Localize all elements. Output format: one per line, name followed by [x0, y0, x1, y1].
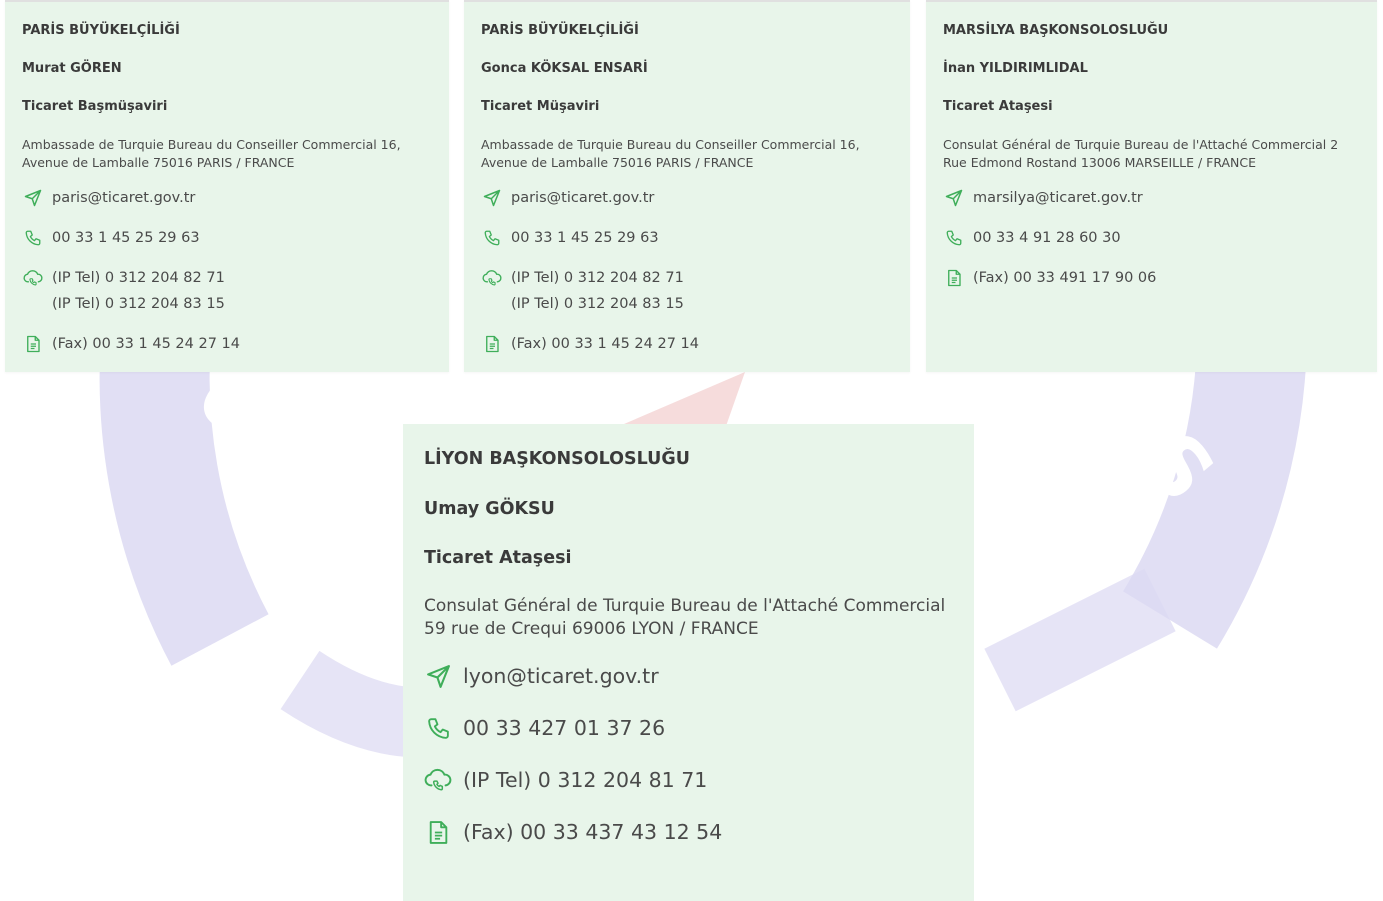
fax-number: (Fax) 00 33 1 45 24 27 14	[52, 336, 240, 352]
person-role: Ticaret Müşaviri	[481, 99, 600, 114]
phone-number[interactable]: 00 33 4 91 28 60 30	[973, 225, 1121, 251]
office-title: MARSİLYA BAŞKONSOLOSLUĞU	[943, 23, 1169, 38]
phone-icon	[22, 225, 44, 251]
email-row: paris@ticaret.gov.tr	[22, 185, 433, 211]
office-address: Ambassade de Turquie Bureau du Conseille…	[22, 137, 401, 170]
ip-tel-number[interactable]: (IP Tel) 0 312 204 83 15	[52, 291, 225, 317]
document-icon	[481, 331, 503, 357]
ip-tel-list: (IP Tel) 0 312 204 82 71 (IP Tel) 0 312 …	[511, 265, 684, 317]
email-link[interactable]: lyon@ticaret.gov.tr	[463, 659, 659, 693]
phone-row: 00 33 427 01 37 26	[424, 711, 953, 745]
phone-row: 00 33 4 91 28 60 30	[943, 225, 1361, 251]
email-link[interactable]: paris@ticaret.gov.tr	[52, 185, 195, 211]
fax-row: (Fax) 00 33 437 43 12 54	[424, 815, 953, 849]
document-icon	[943, 265, 965, 291]
office-card-marsilya: MARSİLYA BAŞKONSOLOSLUĞU İnan YILDIRIMLI…	[926, 0, 1377, 372]
phone-row: 00 33 1 45 25 29 63	[481, 225, 894, 251]
person-role: Ticaret Ataşesi	[943, 99, 1053, 114]
ip-tel-number[interactable]: (IP Tel) 0 312 204 82 71	[52, 265, 225, 291]
phone-number[interactable]: 00 33 427 01 37 26	[463, 711, 665, 745]
phone-icon	[481, 225, 503, 251]
email-link[interactable]: paris@ticaret.gov.tr	[511, 185, 654, 211]
phone-number[interactable]: 00 33 1 45 25 29 63	[52, 225, 200, 251]
person-role: Ticaret Başmüşaviri	[22, 99, 168, 114]
person-name: Umay GÖKSU	[424, 499, 555, 519]
email-row: paris@ticaret.gov.tr	[481, 185, 894, 211]
cloud-phone-icon	[22, 265, 44, 291]
office-address: Consulat Général de Turquie Bureau de l'…	[424, 596, 946, 639]
office-card-liyon: LİYON BAŞKONSOLOSLUĞU Umay GÖKSU Ticaret…	[403, 424, 974, 901]
fax-row: (Fax) 00 33 1 45 24 27 14	[481, 331, 894, 357]
phone-number[interactable]: 00 33 1 45 25 29 63	[511, 225, 659, 251]
email-row: lyon@ticaret.gov.tr	[424, 659, 953, 693]
ip-tel-number[interactable]: (IP Tel) 0 312 204 82 71	[511, 265, 684, 291]
office-card-paris-1: PARİS BÜYÜKELÇİLİĞİ Murat GÖREN Ticaret …	[5, 0, 449, 372]
ip-tel-number[interactable]: (IP Tel) 0 312 204 83 15	[511, 291, 684, 317]
person-role: Ticaret Ataşesi	[424, 548, 572, 568]
fax-number: (Fax) 00 33 491 17 90 06	[973, 270, 1157, 286]
send-icon	[481, 185, 503, 211]
office-address: Ambassade de Turquie Bureau du Conseille…	[481, 137, 860, 170]
ip-tel-row: (IP Tel) 0 312 204 82 71 (IP Tel) 0 312 …	[481, 265, 894, 317]
phone-row: 00 33 1 45 25 29 63	[22, 225, 433, 251]
email-row: marsilya@ticaret.gov.tr	[943, 185, 1361, 211]
fax-row: (Fax) 00 33 491 17 90 06	[943, 265, 1361, 291]
ip-tel-row: (IP Tel) 0 312 204 81 71	[424, 763, 953, 797]
phone-icon	[424, 711, 452, 745]
document-icon	[424, 815, 452, 849]
ip-tel-list: (IP Tel) 0 312 204 82 71 (IP Tel) 0 312 …	[52, 265, 225, 317]
fax-number: (Fax) 00 33 1 45 24 27 14	[511, 336, 699, 352]
ip-tel-row: (IP Tel) 0 312 204 82 71 (IP Tel) 0 312 …	[22, 265, 433, 317]
office-title: LİYON BAŞKONSOLOSLUĞU	[424, 449, 690, 469]
office-title: PARİS BÜYÜKELÇİLİĞİ	[22, 23, 180, 38]
cloud-phone-icon	[424, 763, 452, 797]
document-icon	[22, 331, 44, 357]
person-name: Murat GÖREN	[22, 61, 122, 76]
send-icon	[943, 185, 965, 211]
email-link[interactable]: marsilya@ticaret.gov.tr	[973, 185, 1143, 211]
person-name: İnan YILDIRIMLIDAL	[943, 61, 1088, 76]
send-icon	[22, 185, 44, 211]
person-name: Gonca KÖKSAL ENSARİ	[481, 61, 648, 76]
ip-tel-number[interactable]: (IP Tel) 0 312 204 81 71	[463, 763, 707, 797]
office-title: PARİS BÜYÜKELÇİLİĞİ	[481, 23, 639, 38]
cloud-phone-icon	[481, 265, 503, 291]
office-address: Consulat Général de Turquie Bureau de l'…	[943, 137, 1339, 170]
fax-row: (Fax) 00 33 1 45 24 27 14	[22, 331, 433, 357]
office-card-paris-2: PARİS BÜYÜKELÇİLİĞİ Gonca KÖKSAL ENSARİ …	[464, 0, 910, 372]
send-icon	[424, 659, 452, 693]
phone-icon	[943, 225, 965, 251]
fax-number: (Fax) 00 33 437 43 12 54	[463, 820, 723, 844]
